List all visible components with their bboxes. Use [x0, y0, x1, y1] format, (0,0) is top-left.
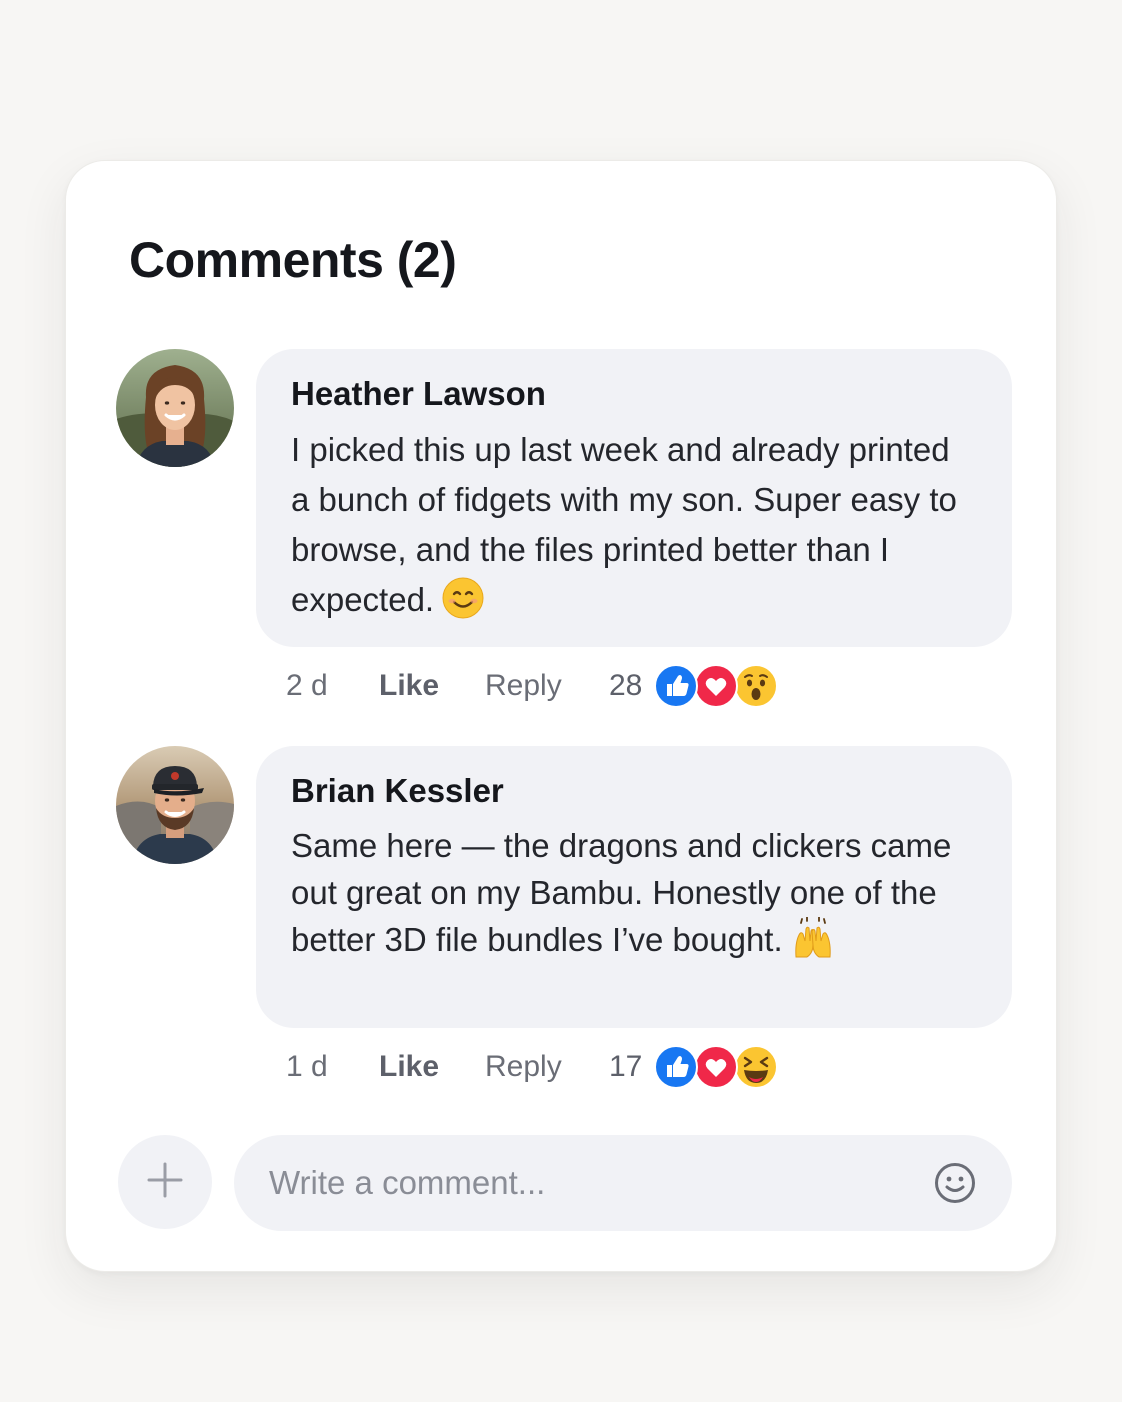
comment-bubble: Brian Kessler Same here — the dragons an…	[256, 746, 1012, 1028]
love-reaction-icon	[694, 664, 739, 708]
like-button[interactable]: Like	[379, 669, 485, 703]
like-reaction-icon	[654, 1045, 699, 1089]
reaction-summary[interactable]	[654, 1045, 779, 1089]
add-attachment-button[interactable]	[118, 1135, 212, 1229]
laugh-reaction-icon	[734, 1045, 779, 1089]
avatar-heather-lawson[interactable]	[116, 349, 234, 467]
comments-card: Comments (2) Heather Lawson I picked thi…	[65, 160, 1057, 1272]
comment-text: I picked this up last week and already p…	[291, 431, 957, 618]
comment-meta: 1 d Like Reply 17	[286, 1042, 779, 1092]
avatar-brian-kessler[interactable]	[116, 746, 234, 864]
comment-time: 1 d	[286, 1050, 328, 1083]
reply-button[interactable]: Reply	[485, 669, 609, 703]
smiley-icon[interactable]	[934, 1162, 976, 1204]
plus-icon	[145, 1160, 185, 1205]
smiling-face-emoji-icon	[442, 577, 484, 633]
comment-text: Same here — the dragons and clickers cam…	[291, 827, 952, 958]
wow-reaction-icon	[734, 664, 779, 708]
reaction-count[interactable]: 17	[609, 1050, 642, 1084]
reaction-count[interactable]: 28	[609, 669, 642, 703]
reaction-summary[interactable]	[654, 664, 779, 708]
comment-author[interactable]: Heather Lawson	[291, 375, 976, 413]
like-reaction-icon	[654, 664, 699, 708]
comment-author[interactable]: Brian Kessler	[291, 772, 976, 810]
comment-meta: 2 d Like Reply 28	[286, 661, 779, 711]
comment-time: 2 d	[286, 669, 328, 702]
comment-text-wrap: I picked this up last week and already p…	[291, 425, 976, 633]
comment-input[interactable]	[269, 1135, 889, 1231]
comment-input-wrap	[234, 1135, 1012, 1231]
reply-button[interactable]: Reply	[485, 1050, 609, 1084]
love-reaction-icon	[694, 1045, 739, 1089]
like-button[interactable]: Like	[379, 1050, 485, 1084]
comment-composer	[116, 1135, 1012, 1231]
raising-hands-emoji-icon	[791, 916, 835, 971]
comments-title: Comments (2)	[129, 232, 457, 288]
comment-text-wrap: Same here — the dragons and clickers cam…	[291, 822, 976, 971]
comment-bubble: Heather Lawson I picked this up last wee…	[256, 349, 1012, 647]
